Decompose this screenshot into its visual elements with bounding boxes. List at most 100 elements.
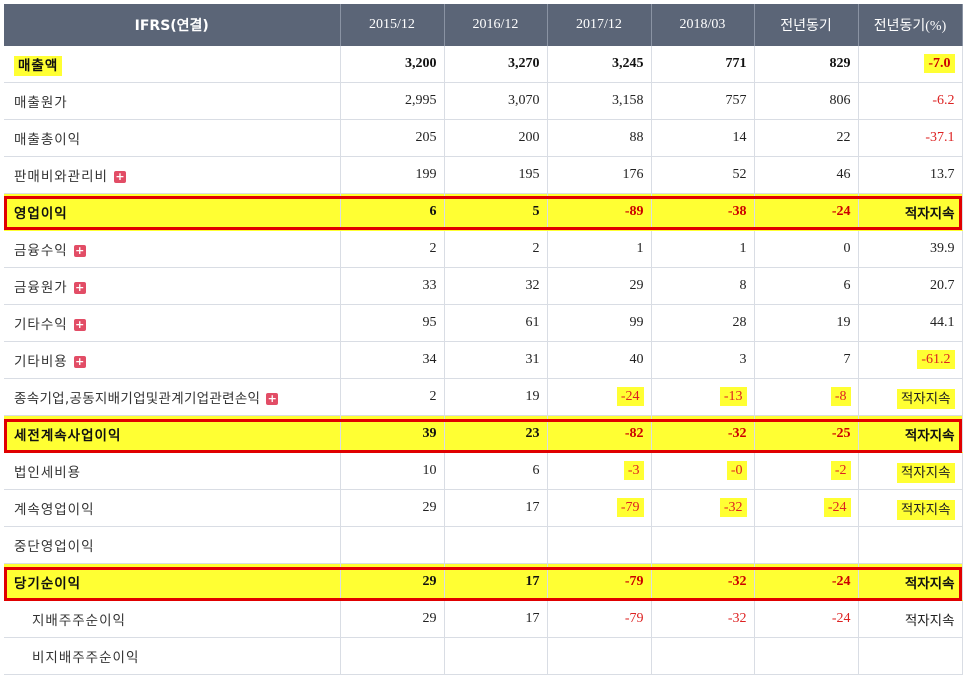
cell: 적자지속 [858,452,963,490]
cell: 적자지속 [858,600,963,638]
cell: 2,995 [340,82,445,120]
cell: 3,245 [547,46,652,83]
cell: 32 [444,267,548,305]
table-row: 판매비와관리비 + 199 195 176 52 46 13.7 [4,156,963,194]
table-row: 기타비용 + 34 31 40 3 7 -61.2 [4,341,963,379]
row-label: 매출액 [4,46,341,83]
table-row: 비지배주주순이익 [4,637,963,675]
header-2016-12: 2016/12 [444,4,548,46]
header-2018-03: 2018/03 [651,4,755,46]
cell: 14 [651,119,755,157]
cell [340,526,445,564]
cell: -32 [651,600,755,638]
cell-text: -24 [823,498,851,517]
cell-text: -8 [830,387,851,406]
row-label: 법인세비용 [4,452,341,490]
cell: 829 [754,46,859,83]
row-label-text: 기타수익 [14,317,68,333]
cell: 200 [444,119,548,157]
cell [754,637,859,675]
cell: 34 [340,341,445,379]
cell: 806 [754,82,859,120]
cell: 3,070 [444,82,548,120]
cell-text: -32 [719,498,747,517]
table-row: 종속기업,공동지배기업및관계기업관련손익 + 2 19 -24 -13 -8 적자… [4,378,963,416]
row-label: 영업이익 [4,193,341,231]
plus-icon[interactable]: + [266,393,279,405]
cell: 205 [340,119,445,157]
plus-icon[interactable]: + [73,245,86,257]
cell: -24 [547,378,652,416]
cell: 0 [754,230,859,268]
cell-text: -79 [616,498,644,517]
cell: 17 [444,489,548,527]
cell: 88 [547,119,652,157]
cell: 적자지속 [858,563,963,601]
cell: -32 [651,563,755,601]
row-label: 금융원가 + [4,267,341,305]
plus-icon[interactable]: + [73,282,86,294]
cell: 199 [340,156,445,194]
table-row: 매출액 3,200 3,270 3,245 771 829 -7.0 [4,46,963,83]
table-row: 당기순이익 29 17 -79 -32 -24 적자지속 [4,563,963,601]
cell: -24 [754,600,859,638]
cell [651,637,755,675]
table-row: 금융원가 + 33 32 29 8 6 20.7 [4,267,963,305]
cell-text: -7.0 [924,54,955,73]
cell-text: -61.2 [917,350,955,369]
cell [858,637,963,675]
table-row: 매출총이익 205 200 88 14 22 -37.1 [4,119,963,157]
cell-text: -3 [623,461,644,480]
cell: 8 [651,267,755,305]
row-label: 금융수익 + [4,230,341,268]
cell: 13.7 [858,156,963,194]
cell: 10 [340,452,445,490]
header-2015-12: 2015/12 [340,4,445,46]
cell [858,526,963,564]
cell: 29 [547,267,652,305]
table-row: 지배주주순이익 29 17 -79 -32 -24 적자지속 [4,600,963,638]
row-label: 계속영업이익 [4,489,341,527]
cell: 7 [754,341,859,379]
cell: 195 [444,156,548,194]
cell: 31 [444,341,548,379]
row-label-text: 종속기업,공동지배기업및관계기업관련손익 [14,391,261,407]
cell: 2 [444,230,548,268]
cell: 95 [340,304,445,342]
cell: 28 [651,304,755,342]
table-row: 중단영업이익 [4,526,963,564]
plus-icon[interactable]: + [73,356,86,368]
cell: -89 [547,193,652,231]
table-row: 계속영업이익 29 17 -79 -32 -24 적자지속 [4,489,963,527]
cell: -32 [651,489,755,527]
cell: 99 [547,304,652,342]
row-label: 매출원가 [4,82,341,120]
cell: 20.7 [858,267,963,305]
cell: -0 [651,452,755,490]
row-label: 판매비와관리비 + [4,156,341,194]
header-2017-12: 2017/12 [547,4,652,46]
plus-icon[interactable]: + [73,319,86,331]
cell: 17 [444,600,548,638]
cell: -13 [651,378,755,416]
row-label: 기타수익 + [4,304,341,342]
cell: -61.2 [858,341,963,379]
cell: 29 [340,489,445,527]
cell: -24 [754,563,859,601]
cell: 757 [651,82,755,120]
cell: 19 [754,304,859,342]
cell: -24 [754,193,859,231]
cell: -25 [754,415,859,453]
table-row: 매출원가 2,995 3,070 3,158 757 806 -6.2 [4,82,963,120]
cell: 61 [444,304,548,342]
row-label-text: 금융수익 [14,243,68,259]
cell-text: 적자지속 [896,463,955,483]
row-label: 기타비용 + [4,341,341,379]
row-label: 지배주주순이익 [4,600,341,638]
cell: 5 [444,193,548,231]
cell: 39.9 [858,230,963,268]
cell: 46 [754,156,859,194]
cell: -37.1 [858,119,963,157]
cell: 2 [340,378,445,416]
plus-icon[interactable]: + [113,171,126,183]
